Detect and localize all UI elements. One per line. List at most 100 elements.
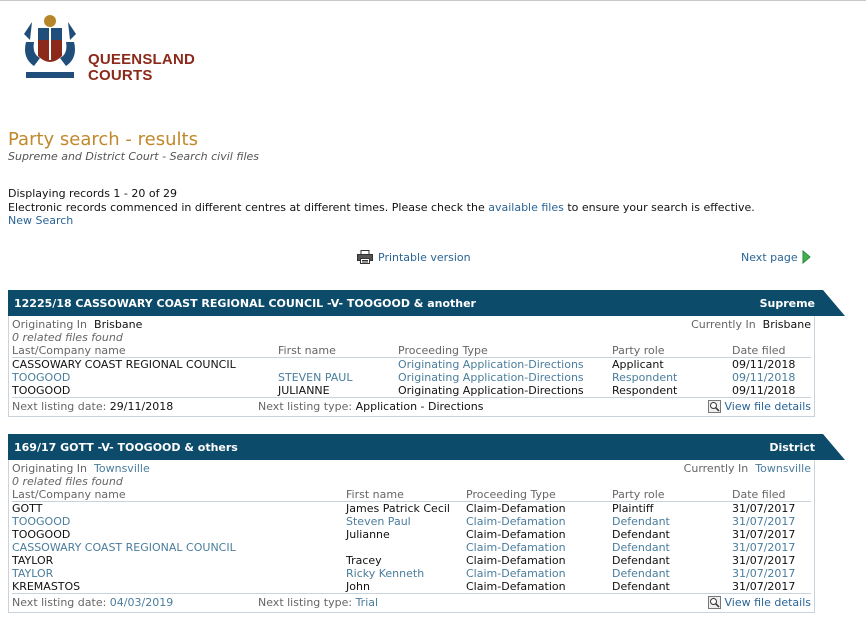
file-title[interactable]: 12225/18 CASSOWARY COAST REGIONAL COUNCI… <box>14 297 476 310</box>
view-file-details-link[interactable]: View file details <box>707 595 812 609</box>
col-header: First name <box>278 344 398 358</box>
originating-label: Originating In <box>12 318 88 331</box>
current-label: Currently In <box>691 318 756 331</box>
magnifier-icon <box>707 595 721 609</box>
next-listing-date: 29/11/2018 <box>109 399 174 413</box>
cell: Claim-Defamation <box>466 515 566 528</box>
cell: Ricky Kenneth <box>346 567 425 580</box>
notice-text: Electronic records commenced in differen… <box>8 201 755 215</box>
next-page-link[interactable]: Next page <box>741 250 811 264</box>
printable-version-link[interactable]: Printable version <box>357 250 471 264</box>
next-page-label[interactable]: Next page <box>741 251 798 264</box>
originating-label: Originating In <box>12 462 88 475</box>
cell: Originating Application-Directions <box>398 358 584 371</box>
next-type-value: Trial <box>355 595 379 609</box>
cell: Defendant <box>612 528 670 541</box>
file-title[interactable]: 169/17 GOTT -V- TOOGOOD & others <box>14 441 238 454</box>
cell: TOOGOOD <box>12 384 71 397</box>
col-header: Last/Company name <box>12 344 278 358</box>
cell: Defendant <box>612 567 670 580</box>
parties-table: Last/Company name First name Proceeding … <box>12 488 811 593</box>
table-row: TAYLOR Ricky Kenneth Claim-Defamation De… <box>12 567 811 580</box>
next-type-value: Application - Directions <box>355 399 484 413</box>
new-search-link[interactable]: New Search <box>8 214 73 227</box>
card-header: 169/17 GOTT -V- TOOGOOD & others Distric… <box>8 434 845 460</box>
cell <box>278 358 398 372</box>
cell: Originating Application-Directions <box>398 384 584 397</box>
cell: KREMASTOS <box>12 580 81 593</box>
cell: Plaintiff <box>612 502 654 515</box>
cell: 31/07/2017 <box>732 502 796 515</box>
next-listing-date: 04/03/2019 <box>109 595 174 609</box>
location-row: Originating In Brisbane Currently In Bri… <box>12 318 811 331</box>
col-header: Last/Company name <box>12 488 346 502</box>
view-file-details-label[interactable]: View file details <box>725 400 812 413</box>
current-value: Townsville <box>755 462 811 475</box>
table-row: CASSOWARY COAST REGIONAL COUNCIL Claim-D… <box>12 541 811 554</box>
table-row: CASSOWARY COAST REGIONAL COUNCIL Origina… <box>12 358 811 372</box>
cell: Claim-Defamation <box>466 528 566 541</box>
table-row: TAYLOR Tracey Claim-Defamation Defendant… <box>12 554 811 567</box>
cell: 31/07/2017 <box>732 528 796 541</box>
table-row: GOTT James Patrick Cecil Claim-Defamatio… <box>12 502 811 516</box>
related-files: 0 related files found <box>12 475 123 488</box>
cell: TAYLOR <box>12 554 54 567</box>
notice-before: Electronic records commenced in differen… <box>8 200 489 214</box>
arrow-right-icon <box>802 250 811 264</box>
cell: Defendant <box>612 541 670 554</box>
col-header: Party role <box>612 344 732 358</box>
cell: Claim-Defamation <box>466 502 566 515</box>
cell: TOOGOOD <box>12 528 71 541</box>
court-name: District <box>769 440 815 454</box>
view-file-details-link[interactable]: View file details <box>707 399 812 413</box>
current-value: Brisbane <box>762 318 811 331</box>
location-row: Originating In Townsville Currently In T… <box>12 462 811 475</box>
col-header: First name <box>346 488 466 502</box>
originating-value: Brisbane <box>94 318 143 331</box>
logo-line-1: QUEENSLAND <box>88 51 196 68</box>
cell: James Patrick Cecil <box>346 502 450 515</box>
col-header: Proceeding Type <box>466 488 612 502</box>
page-title: Party search - results <box>8 129 198 150</box>
available-files-link[interactable]: available files <box>488 201 564 214</box>
current-label: Currently In <box>683 462 749 475</box>
cell: TOOGOOD <box>12 515 71 528</box>
cell: CASSOWARY COAST REGIONAL COUNCIL <box>12 358 236 371</box>
cell: 31/07/2017 <box>732 541 796 554</box>
printable-version-label[interactable]: Printable version <box>378 251 471 264</box>
table-row: TOOGOOD JULIANNE Originating Application… <box>12 384 811 397</box>
cell: GOTT <box>12 502 43 515</box>
next-listing-label: Next listing date: <box>12 595 107 609</box>
col-header: Date filed <box>732 344 811 358</box>
parties-table: Last/Company name First name Proceeding … <box>12 344 811 397</box>
card-footer: Next listing date: 04/03/2019 Next listi… <box>12 593 811 610</box>
cell: 31/07/2017 <box>732 580 796 593</box>
cell: Respondent <box>612 384 678 397</box>
notice-after: to ensure your search is effective. <box>563 200 755 214</box>
cell: Defendant <box>612 554 670 567</box>
originating-value: Townsville <box>94 462 150 475</box>
col-header: Party role <box>612 488 732 502</box>
table-row: TOOGOOD STEVEN PAUL Originating Applicat… <box>12 371 811 384</box>
card-footer: Next listing date: 29/11/2018 Next listi… <box>12 397 811 414</box>
cell: Julianne <box>346 528 390 541</box>
cell: Claim-Defamation <box>466 580 566 593</box>
magnifier-icon <box>707 399 721 413</box>
card-body: Originating In Brisbane Currently In Bri… <box>8 316 815 417</box>
queensland-courts-logo[interactable]: QUEENSLAND COURTS <box>18 12 208 84</box>
cell: Defendant <box>612 515 670 528</box>
result-card: 169/17 GOTT -V- TOOGOOD & others Distric… <box>8 434 845 613</box>
table-row: TOOGOOD Julianne Claim-Defamation Defend… <box>12 528 811 541</box>
card-body: Originating In Townsville Currently In T… <box>8 460 815 613</box>
table-row: TOOGOOD Steven Paul Claim-Defamation Def… <box>12 515 811 528</box>
cell: Steven Paul <box>346 515 411 528</box>
cell: 31/07/2017 <box>732 567 796 580</box>
view-file-details-label[interactable]: View file details <box>725 596 812 609</box>
next-type-label: Next listing type: <box>258 595 353 609</box>
cell: 31/07/2017 <box>732 554 796 567</box>
court-name: Supreme <box>759 296 815 310</box>
cell: TOOGOOD <box>12 371 71 384</box>
cell: TAYLOR <box>12 567 54 580</box>
table-header-row: Last/Company name First name Proceeding … <box>12 488 811 502</box>
cell: 09/11/2018 <box>732 384 796 397</box>
